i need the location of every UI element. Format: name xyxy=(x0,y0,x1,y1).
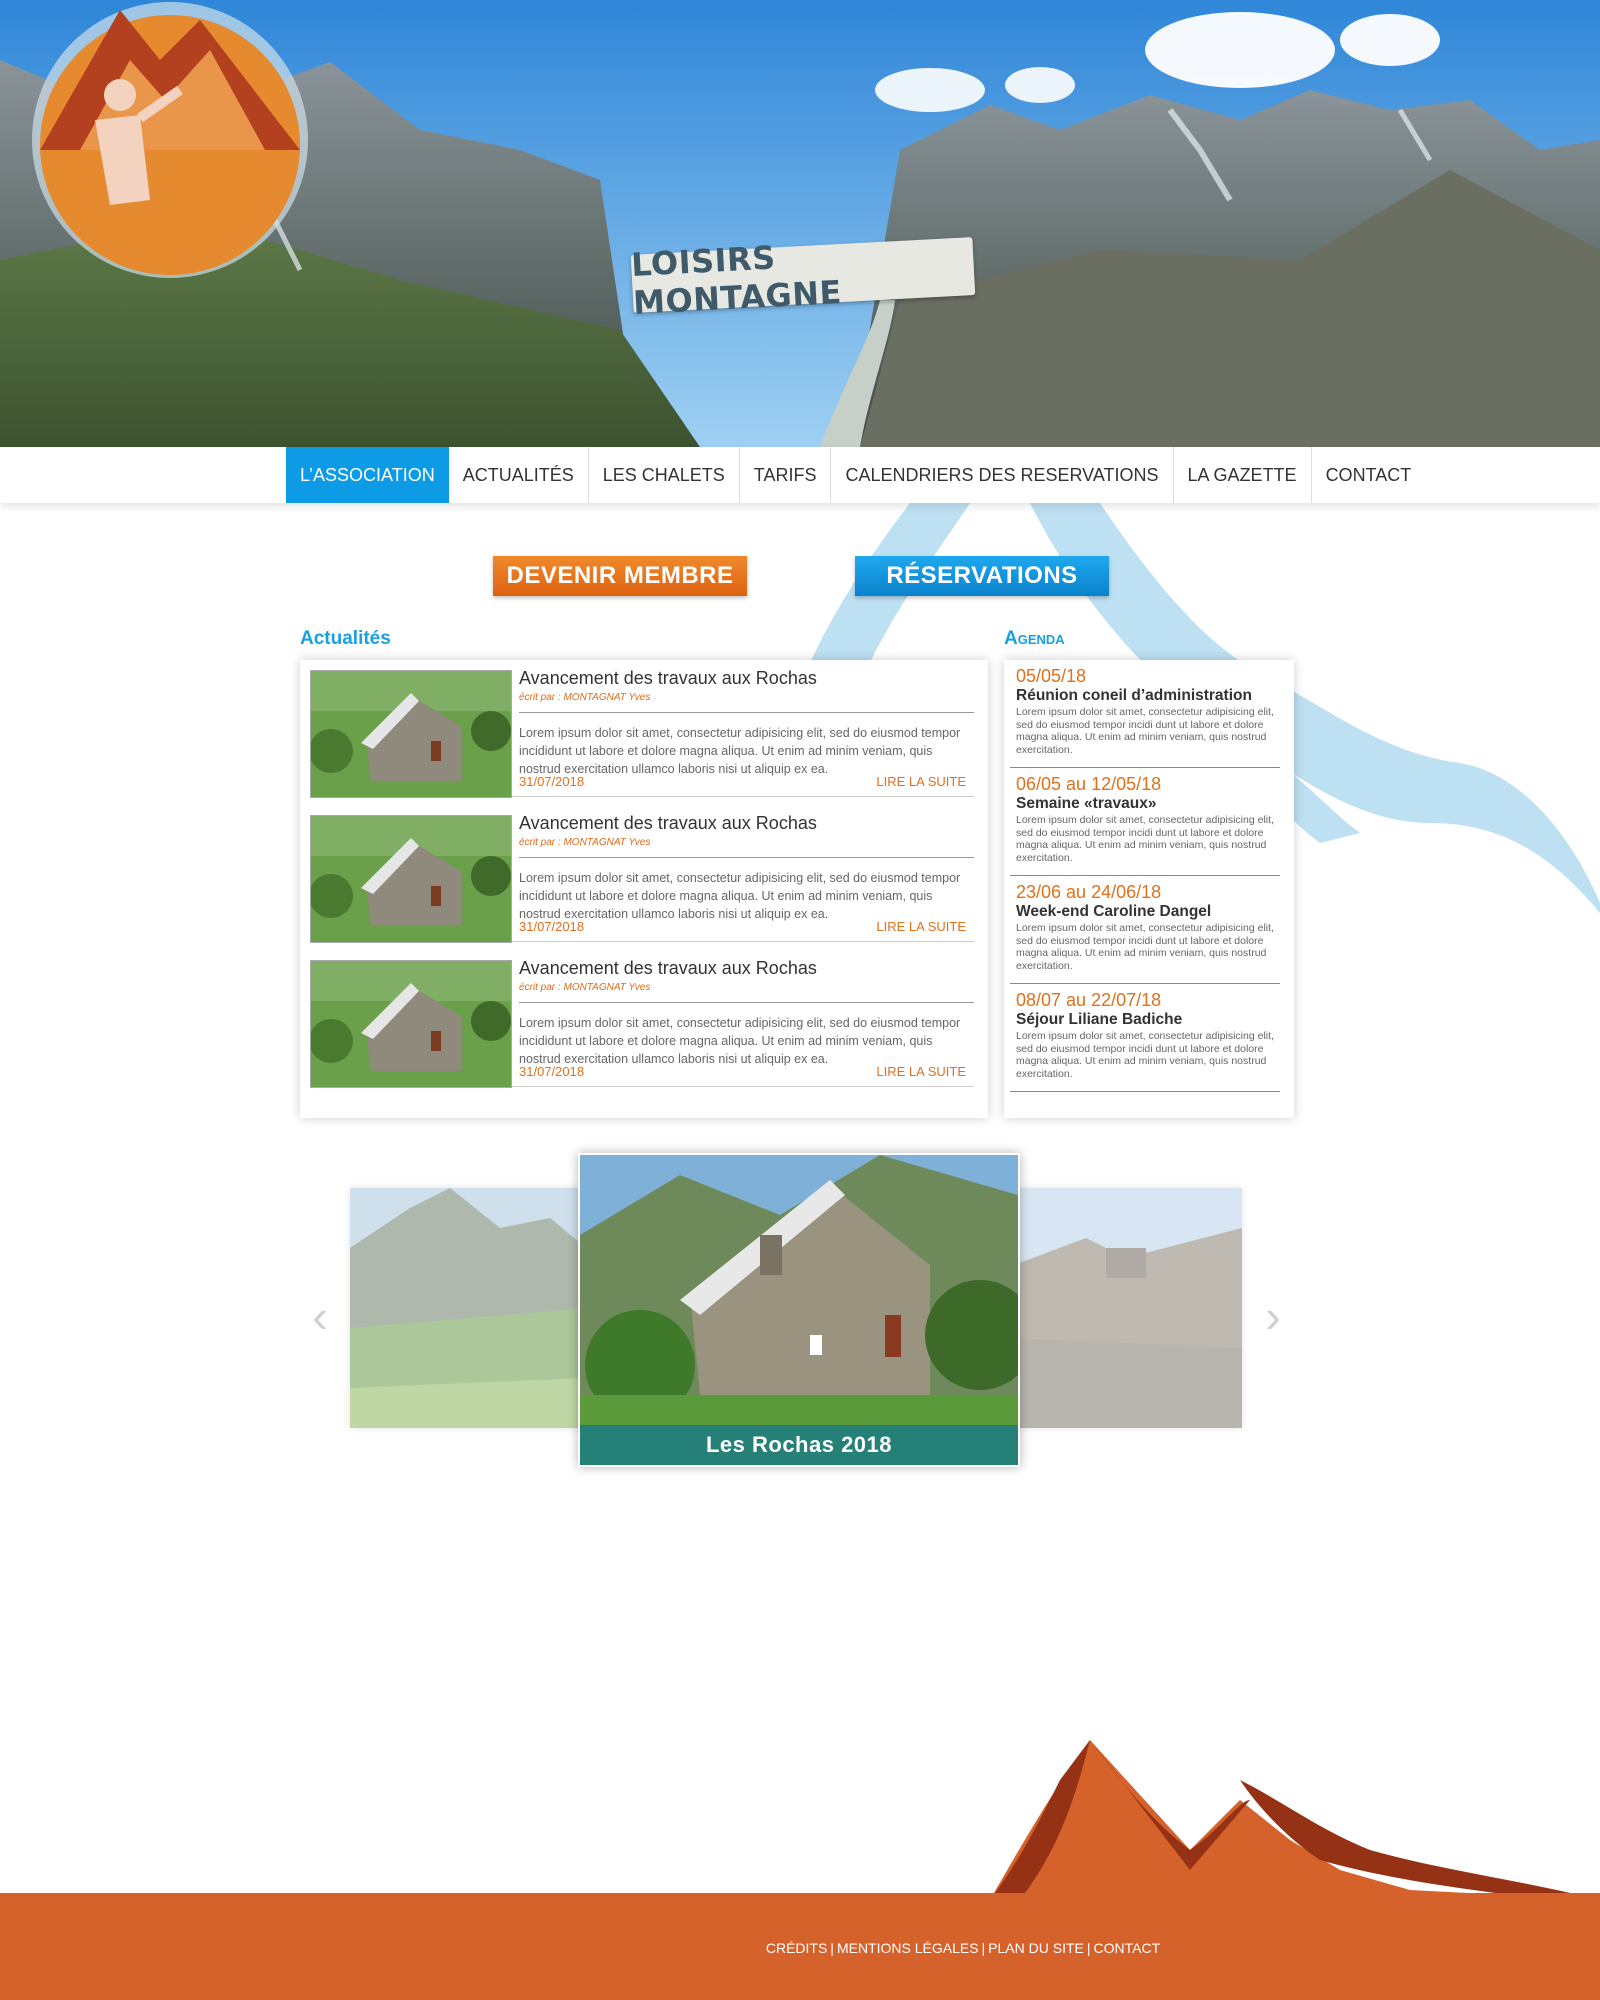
agenda-title: Semaine «travaux» xyxy=(1016,795,1157,812)
agenda-date: 08/07 au 22/07/18 xyxy=(1016,990,1162,1010)
agenda-section-title: Agenda xyxy=(1004,628,1065,649)
footer-link-sitemap[interactable]: PLAN DU SITE xyxy=(988,1940,1084,1956)
chevron-right-icon[interactable]: › xyxy=(1258,1293,1288,1339)
agenda-title: Séjour Liliane Badiche xyxy=(1016,1011,1183,1028)
nav-item-association[interactable]: L’ASSOCIATION xyxy=(286,447,449,503)
divider xyxy=(519,1002,974,1003)
agenda-date: 06/05 au 12/05/18 xyxy=(1016,774,1162,794)
read-more-link[interactable]: LIRE LA SUITE xyxy=(876,919,966,934)
agenda-description: Lorem ipsum dolor sit amet, consectetur … xyxy=(1016,1030,1274,1080)
agenda-description: Lorem ipsum dolor sit amet, consectetur … xyxy=(1016,814,1274,864)
divider xyxy=(519,857,974,858)
news-thumbnail[interactable] xyxy=(310,815,512,943)
footer-separator: | xyxy=(1086,1940,1091,1956)
news-thumbnail[interactable] xyxy=(310,670,512,798)
carousel-slide-next[interactable] xyxy=(1006,1188,1242,1428)
carousel-caption: Les Rochas 2018 xyxy=(580,1425,1018,1465)
news-author: écrit par : MONTAGNAT Yves xyxy=(519,692,651,703)
carousel-slide-previous[interactable] xyxy=(350,1188,586,1428)
agenda-item[interactable]: 05/05/18 Réunion coneil d’administration… xyxy=(1010,660,1280,768)
agenda-date: 23/06 au 24/06/18 xyxy=(1016,882,1162,902)
news-excerpt: Lorem ipsum dolor sit amet, consectetur … xyxy=(519,1016,961,1066)
chevron-left-icon[interactable]: ‹ xyxy=(305,1293,335,1339)
main-navigation: L’ASSOCIATION ACTUALITÉS LES CHALETS TAR… xyxy=(0,447,1600,503)
footer-separator: | xyxy=(830,1940,834,1956)
news-author: écrit par : MONTAGNAT Yves xyxy=(519,982,651,993)
reservations-button[interactable]: RÉSERVATIONS xyxy=(855,556,1109,596)
hero-banner: LOISIRS MONTAGNE xyxy=(0,0,1600,447)
footer-link-mentions[interactable]: MENTIONS LÉGALES xyxy=(837,1940,979,1956)
news-item: Avancement des travaux aux Rochas écrit … xyxy=(310,805,974,943)
agenda-date: 05/05/18 xyxy=(1016,666,1087,686)
nav-item-actualites[interactable]: ACTUALITÉS xyxy=(449,447,589,503)
news-date: 31/07/2018 xyxy=(519,774,585,789)
footer-link-credits[interactable]: CRÉDITS xyxy=(766,1940,827,1956)
become-member-button[interactable]: DEVENIR MEMBRE xyxy=(493,556,747,596)
nav-item-calendriers[interactable]: CALENDRIERS DES RESERVATIONS xyxy=(831,447,1174,503)
news-item: Avancement des travaux aux Rochas écrit … xyxy=(310,950,974,1088)
news-title[interactable]: Avancement des travaux aux Rochas xyxy=(519,958,817,979)
logo-emblem xyxy=(32,2,308,278)
agenda-item[interactable]: 23/06 au 24/06/18 Week-end Caroline Dang… xyxy=(1010,876,1280,984)
news-title[interactable]: Avancement des travaux aux Rochas xyxy=(519,668,817,689)
nav-item-tarifs[interactable]: TARIFS xyxy=(740,447,832,503)
footer-link-contact[interactable]: CONTACT xyxy=(1094,1940,1161,1956)
agenda-item[interactable]: 08/07 au 22/07/18 Séjour Liliane Badiche… xyxy=(1010,984,1280,1092)
agenda-item[interactable]: 06/05 au 12/05/18 Semaine «travaux» Lore… xyxy=(1010,768,1280,876)
footer-separator: | xyxy=(981,1940,986,1956)
nav-item-chalets[interactable]: LES CHALETS xyxy=(589,447,740,503)
read-more-link[interactable]: LIRE LA SUITE xyxy=(876,1064,966,1079)
divider xyxy=(519,712,974,713)
agenda-description: Lorem ipsum dolor sit amet, consectetur … xyxy=(1016,706,1274,756)
news-author: écrit par : MONTAGNAT Yves xyxy=(519,837,651,848)
news-date: 31/07/2018 xyxy=(519,919,585,934)
news-section-title: Actualités xyxy=(300,628,391,649)
news-thumbnail[interactable] xyxy=(310,960,512,1088)
agenda-description: Lorem ipsum dolor sit amet, consectetur … xyxy=(1016,922,1274,972)
agenda-title: Week-end Caroline Dangel xyxy=(1016,903,1212,920)
news-title[interactable]: Avancement des travaux aux Rochas xyxy=(519,813,817,834)
news-excerpt: Lorem ipsum dolor sit amet, consectetur … xyxy=(519,726,961,776)
footer-links: CRÉDITS | MENTIONS LÉGALES | PLAN DU SITE | CO… xyxy=(0,1940,1600,1956)
carousel-slide-active[interactable]: Les Rochas 2018 xyxy=(578,1153,1020,1467)
news-excerpt: Lorem ipsum dolor sit amet, consectetur … xyxy=(519,871,961,921)
footer-mountain-decoration xyxy=(990,1740,1600,1900)
news-item: Avancement des travaux aux Rochas écrit … xyxy=(310,660,974,798)
nav-item-contact[interactable]: CONTACT xyxy=(1312,447,1426,503)
nav-item-gazette[interactable]: LA GAZETTE xyxy=(1174,447,1312,503)
agenda-title: Réunion coneil d’administration xyxy=(1016,687,1252,704)
news-panel: Avancement des travaux aux Rochas écrit … xyxy=(300,660,988,1118)
logo-wordmark[interactable]: LOISIRS MONTAGNE xyxy=(630,237,976,322)
news-date: 31/07/2018 xyxy=(519,1064,585,1079)
agenda-panel: 05/05/18 Réunion coneil d’administration… xyxy=(1004,660,1294,1118)
read-more-link[interactable]: LIRE LA SUITE xyxy=(876,774,966,789)
